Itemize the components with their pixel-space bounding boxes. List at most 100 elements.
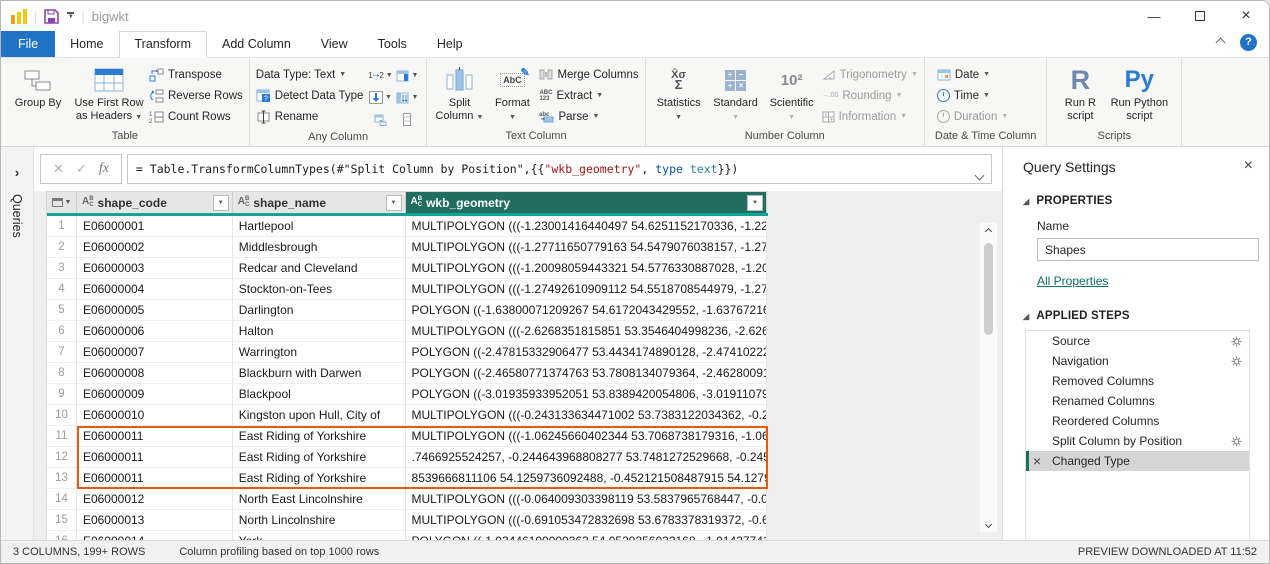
applied-step[interactable]: ×Changed Type	[1026, 451, 1249, 471]
fill-button[interactable]: ▼	[367, 87, 393, 108]
table-corner-cell[interactable]: ▼	[47, 191, 77, 213]
reverse-rows-button[interactable]: Reverse Rows	[149, 86, 243, 105]
table-row[interactable]: 14E06000012North East LincolnshireMULTIP…	[47, 489, 767, 510]
scroll-down-icon[interactable]	[980, 516, 997, 532]
parse-button[interactable]: abc Parse▼	[539, 107, 638, 126]
table-row[interactable]: 4E06000004Stockton-on-TeesMULTIPOLYGON (…	[47, 279, 767, 300]
row-number[interactable]: 3	[47, 258, 77, 279]
profiling-status[interactable]: Column profiling based on top 1000 rows	[179, 546, 379, 558]
table-cell[interactable]: E06000010	[77, 405, 233, 426]
table-cell[interactable]: MULTIPOLYGON (((-1.20098059443321 54.577…	[406, 258, 767, 279]
row-number[interactable]: 1	[47, 216, 77, 237]
commit-formula-icon[interactable]: ✓	[76, 161, 87, 177]
table-row[interactable]: 1E06000001HartlepoolMULTIPOLYGON (((-1.2…	[47, 216, 767, 237]
table-cell[interactable]: Blackpool	[233, 384, 406, 405]
save-icon[interactable]	[44, 9, 59, 24]
table-cell[interactable]: .7466925524257, -0.244643968808277 53.74…	[406, 447, 767, 468]
table-cell[interactable]: E06000008	[77, 363, 233, 384]
tab-transform[interactable]: Transform	[119, 31, 208, 58]
step-settings-gear-icon[interactable]	[1231, 356, 1242, 367]
help-icon[interactable]: ?	[1240, 34, 1257, 51]
delete-step-icon[interactable]: ×	[1033, 453, 1041, 469]
data-type-button[interactable]: Data Type: Text▼	[256, 65, 364, 84]
applied-step[interactable]: Source	[1026, 331, 1249, 351]
table-cell[interactable]: E06000002	[77, 237, 233, 258]
extract-button[interactable]: ABC123 Extract▼	[539, 86, 638, 105]
table-row[interactable]: 16E06000014YorkPOLYGON ((-1.034461000003…	[47, 531, 767, 540]
tab-home[interactable]: Home	[55, 31, 118, 57]
use-first-row-as-headers-button[interactable]: Use First Row as Headers ▼	[73, 63, 145, 123]
rename-button[interactable]: Rename	[256, 107, 364, 126]
tab-view[interactable]: View	[306, 31, 363, 57]
table-cell[interactable]: Hartlepool	[233, 216, 406, 237]
tab-tools[interactable]: Tools	[363, 31, 422, 57]
row-number[interactable]: 5	[47, 300, 77, 321]
tab-add-column[interactable]: Add Column	[207, 31, 306, 57]
properties-section-header[interactable]: ◢ PROPERTIES	[1023, 195, 1253, 207]
table-cell[interactable]: Redcar and Cleveland	[233, 258, 406, 279]
table-cell[interactable]: Middlesbrough	[233, 237, 406, 258]
table-cell[interactable]: E06000001	[77, 216, 233, 237]
table-cell[interactable]: POLYGON ((-3.01935933952051 53.838942005…	[406, 384, 767, 405]
all-properties-link[interactable]: All Properties	[1037, 274, 1108, 288]
table-cell[interactable]: E06000011	[77, 468, 233, 489]
row-number[interactable]: 6	[47, 321, 77, 342]
table-row[interactable]: 6E06000006HaltonMULTIPOLYGON (((-2.62683…	[47, 321, 767, 342]
expand-formula-icon[interactable]	[976, 166, 983, 184]
step-settings-gear-icon[interactable]	[1231, 436, 1242, 447]
table-cell[interactable]: E06000005	[77, 300, 233, 321]
table-cell[interactable]: E06000004	[77, 279, 233, 300]
information-button[interactable]: 1+ Information▼	[822, 107, 918, 126]
table-row[interactable]: 11E06000011East Riding of YorkshireMULTI…	[47, 426, 767, 447]
rounding-button[interactable]: →.00 Rounding▼	[822, 86, 918, 105]
table-cell[interactable]: Kingston upon Hull, City of	[233, 405, 406, 426]
table-cell[interactable]: Stockton-on-Tees	[233, 279, 406, 300]
pivot-column-button[interactable]: ▼	[394, 65, 420, 86]
table-row[interactable]: 13E06000011East Riding of Yorkshire85396…	[47, 468, 767, 489]
table-row[interactable]: 5E06000005DarlingtonPOLYGON ((-1.6380007…	[47, 300, 767, 321]
row-number[interactable]: 11	[47, 426, 77, 447]
column-header-shape-code[interactable]: ABC shape_code ▼	[77, 191, 233, 213]
table-cell[interactable]: MULTIPOLYGON (((-0.243133634471002 53.73…	[406, 405, 767, 426]
query-name-input[interactable]	[1037, 238, 1259, 261]
format-button[interactable]: AbC✎ Format▼	[489, 63, 535, 123]
tab-help[interactable]: Help	[422, 31, 478, 57]
scientific-button[interactable]: 10² Scientific▼	[766, 63, 818, 123]
detect-data-type-button[interactable]: ? Detect Data Type	[256, 86, 364, 105]
table-cell[interactable]: E06000014	[77, 531, 233, 540]
table-cell[interactable]: POLYGON ((-1.63800071209267 54.617204342…	[406, 300, 767, 321]
trigonometry-button[interactable]: Trigonometry▼	[822, 65, 918, 84]
table-cell[interactable]: E06000012	[77, 489, 233, 510]
table-cell[interactable]: East Riding of Yorkshire	[233, 468, 406, 489]
table-cell[interactable]: MULTIPOLYGON (((-0.064009303398119 53.58…	[406, 489, 767, 510]
close-panel-icon[interactable]: ×	[1244, 157, 1253, 175]
row-number[interactable]: 2	[47, 237, 77, 258]
table-cell[interactable]: E06000011	[77, 426, 233, 447]
table-cell[interactable]: E06000009	[77, 384, 233, 405]
table-cell[interactable]: MULTIPOLYGON (((-1.27711650779163 54.547…	[406, 237, 767, 258]
table-cell[interactable]: East Riding of Yorkshire	[233, 447, 406, 468]
quick-access-toolbar-dropdown-icon[interactable]: ▼	[67, 12, 74, 20]
vertical-scrollbar[interactable]	[980, 223, 997, 532]
row-number[interactable]: 13	[47, 468, 77, 489]
merge-columns-button[interactable]: Merge Columns	[539, 65, 638, 84]
duration-button[interactable]: Duration▼	[937, 107, 1008, 126]
row-number[interactable]: 7	[47, 342, 77, 363]
table-cell[interactable]: POLYGON ((-1.03446100000363 54.052935603…	[406, 531, 767, 540]
row-number[interactable]: 9	[47, 384, 77, 405]
table-cell[interactable]: MULTIPOLYGON (((-1.23001416440497 54.625…	[406, 216, 767, 237]
convert-to-list-button[interactable]	[394, 109, 420, 130]
table-row[interactable]: 3E06000003Redcar and ClevelandMULTIPOLYG…	[47, 258, 767, 279]
group-by-button[interactable]: Group By	[7, 63, 69, 110]
count-rows-button[interactable]: 12 Count Rows	[149, 107, 243, 126]
table-cell[interactable]: North East Lincolnshire	[233, 489, 406, 510]
replace-values-button[interactable]: 1⇢2▼	[367, 65, 393, 86]
applied-step[interactable]: Navigation	[1026, 351, 1249, 371]
move-button[interactable]	[367, 109, 393, 130]
table-cell[interactable]: MULTIPOLYGON (((-2.6268351815851 53.3546…	[406, 321, 767, 342]
time-button[interactable]: Time▼	[937, 86, 1008, 105]
table-row[interactable]: 8E06000008Blackburn with DarwenPOLYGON (…	[47, 363, 767, 384]
column-header-shape-name[interactable]: ABC shape_name ▼	[233, 191, 406, 213]
table-row[interactable]: 7E06000007WarringtonPOLYGON ((-2.4781533…	[47, 342, 767, 363]
table-row[interactable]: 15E06000013North LincolnshireMULTIPOLYGO…	[47, 510, 767, 531]
